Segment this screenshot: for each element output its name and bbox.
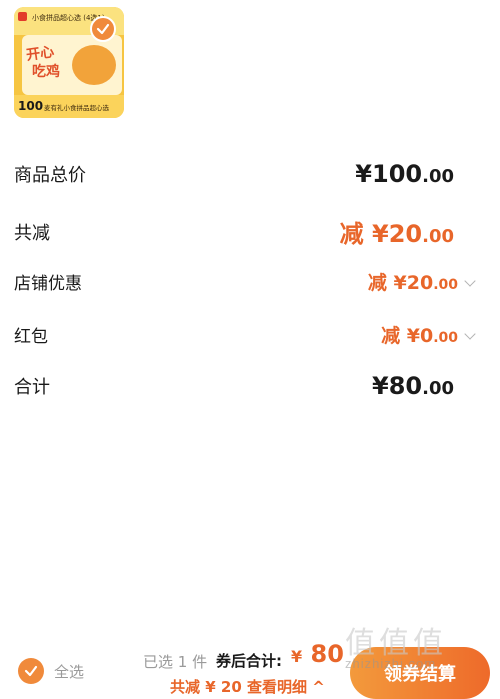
- red-packet-row[interactable]: 红包 减 ¥0.00: [14, 321, 476, 348]
- checkmark-icon: [24, 665, 38, 677]
- after-coupon-total: ¥ 80: [291, 640, 344, 668]
- total-discount-row: 共减 减 ¥20.00: [14, 214, 454, 249]
- chevron-down-icon: [464, 275, 476, 287]
- product-price-tag: 100: [18, 99, 44, 113]
- product-checkbox[interactable]: [90, 16, 116, 42]
- checkmark-icon: [96, 23, 110, 35]
- shop-discount-row[interactable]: 店铺优惠 减 ¥20.00: [14, 268, 476, 295]
- goods-total-label: 商品总价: [14, 165, 86, 186]
- after-coupon-label: 券后合计:: [216, 652, 282, 670]
- brand-logo-icon: [18, 12, 27, 21]
- grand-total-row: 合计 ¥80.00: [14, 372, 454, 400]
- red-packet-amount: 减 ¥0.00: [381, 325, 458, 347]
- watermark: 值值值 zhizhizhi.com: [345, 627, 447, 671]
- total-discount-label: 共减: [14, 222, 50, 244]
- grand-total-amount: ¥80.00: [372, 372, 454, 400]
- select-all-toggle[interactable]: 全选: [18, 658, 84, 684]
- shop-discount-label: 店铺优惠: [14, 274, 82, 294]
- product-art-text-2: 吃鸡: [32, 64, 60, 80]
- shop-discount-value[interactable]: 减 ¥20.00: [367, 268, 476, 295]
- red-packet-label: 红包: [14, 327, 48, 347]
- goods-total-row: 商品总价 ¥100.00: [14, 160, 454, 188]
- selected-count: 已选 1 件: [143, 653, 208, 671]
- select-all-checkbox[interactable]: [18, 658, 44, 684]
- chicken-icon: [72, 45, 116, 85]
- chevron-down-icon: [464, 328, 476, 340]
- grand-total-label: 合计: [14, 377, 50, 398]
- product-card-footer: 100 麦有礼小食拼品超心选: [14, 95, 124, 118]
- product-card-subtitle: 麦有礼小食拼品超心选: [44, 104, 109, 112]
- select-all-label: 全选: [54, 662, 85, 681]
- red-packet-value[interactable]: 减 ¥0.00: [381, 321, 476, 348]
- view-details-link[interactable]: 共减 ¥ 20 查看明细 ^: [170, 676, 325, 697]
- goods-total-amount: ¥100.00: [355, 160, 454, 188]
- shop-discount-amount: 减 ¥20.00: [367, 272, 458, 294]
- total-discount-amount: 减 ¥20.00: [339, 220, 454, 248]
- product-illustration: 开心 吃鸡: [22, 35, 122, 95]
